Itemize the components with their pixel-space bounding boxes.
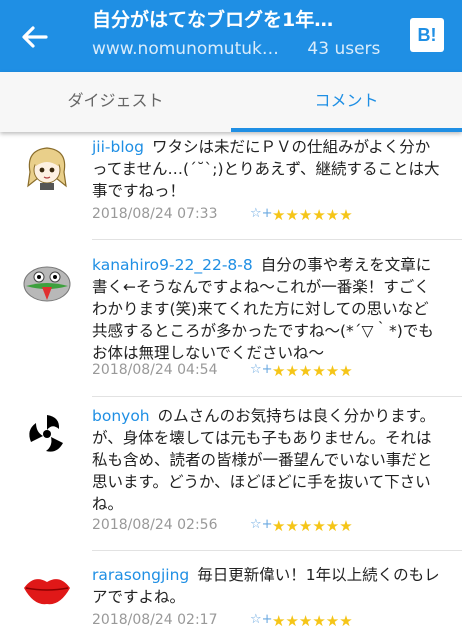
character-avatar-icon[interactable] xyxy=(22,256,72,306)
comment-username[interactable]: bonyoh xyxy=(92,407,150,425)
tab-comments[interactable]: コメント xyxy=(231,72,462,132)
comment-username[interactable]: kanahiro9-22_22-8-8 xyxy=(92,256,253,274)
add-star-icon[interactable]: ☆+ xyxy=(250,206,273,221)
star-rating[interactable]: ★★★★★★ xyxy=(272,517,353,535)
star-rating[interactable]: ★★★★★★ xyxy=(272,612,353,630)
bookmark-users-count[interactable]: 43 users xyxy=(307,39,380,59)
comment-username[interactable]: jii-blog xyxy=(92,138,144,156)
back-arrow-icon[interactable] xyxy=(18,20,52,54)
lips-avatar-icon[interactable] xyxy=(22,564,72,614)
tab-bar: ダイジェスト コメント xyxy=(0,72,462,132)
comment-date: 2018/08/24 02:17 xyxy=(92,612,218,628)
app-bar: 自分がはてなブログを1年… www.nomunomutuk… 43 users … xyxy=(0,0,462,72)
comment-body: kanahiro9-22_22-8-8 自分の事や考えを文章に書く←そうなんですよ… xyxy=(92,254,442,364)
comment-body: rarasongjing 毎日更新偉い！1年以上続くのもレアですよね。 xyxy=(92,564,442,608)
active-tab-indicator xyxy=(231,128,462,132)
comment-meta: 2018/08/24 07:33 ☆+★★★★★★ xyxy=(92,206,442,228)
comment-meta: 2018/08/24 04:54 ☆+★★★★★★ xyxy=(92,362,442,384)
divider xyxy=(92,550,462,551)
comment-body: bonyoh のムさんのお気持ちは良く分かります。が、身体を壊しては元も子もありま… xyxy=(92,405,442,515)
anime-girl-avatar-icon[interactable] xyxy=(22,142,72,192)
star-rating[interactable]: ★★★★★★ xyxy=(272,362,353,380)
hatena-bookmark-icon[interactable]: B! xyxy=(410,18,444,52)
page-url: www.nomunomutuk… xyxy=(92,39,279,59)
comment-date: 2018/08/24 07:33 xyxy=(92,206,218,222)
tab-digest[interactable]: ダイジェスト xyxy=(0,72,231,132)
page-title: 自分がはてなブログを1年… xyxy=(92,9,334,31)
comment-text: ワタシは未だにＰＶの仕組みがよく分かってません…(´˘`;)とりあえず、継続する… xyxy=(92,138,440,200)
page-meta: www.nomunomutuk… 43 users xyxy=(92,39,402,59)
add-star-icon[interactable]: ☆+ xyxy=(250,362,273,377)
add-star-icon[interactable]: ☆+ xyxy=(250,517,273,532)
star-rating[interactable]: ★★★★★★ xyxy=(272,206,353,224)
comment-date: 2018/08/24 02:56 xyxy=(92,517,218,533)
comment-meta: 2018/08/24 02:17 ☆+★★★★★★ xyxy=(92,612,442,634)
divider xyxy=(92,396,462,397)
tomoe-avatar-icon[interactable] xyxy=(22,409,72,459)
divider xyxy=(92,239,462,240)
comment-date: 2018/08/24 04:54 xyxy=(92,362,218,378)
comment-username[interactable]: rarasongjing xyxy=(92,566,189,584)
add-star-icon[interactable]: ☆+ xyxy=(250,612,273,627)
comment-body: jii-blog ワタシは未だにＰＶの仕組みがよく分かってません…(´˘`;)とり… xyxy=(92,136,442,202)
comment-meta: 2018/08/24 02:56 ☆+★★★★★★ xyxy=(92,517,442,539)
